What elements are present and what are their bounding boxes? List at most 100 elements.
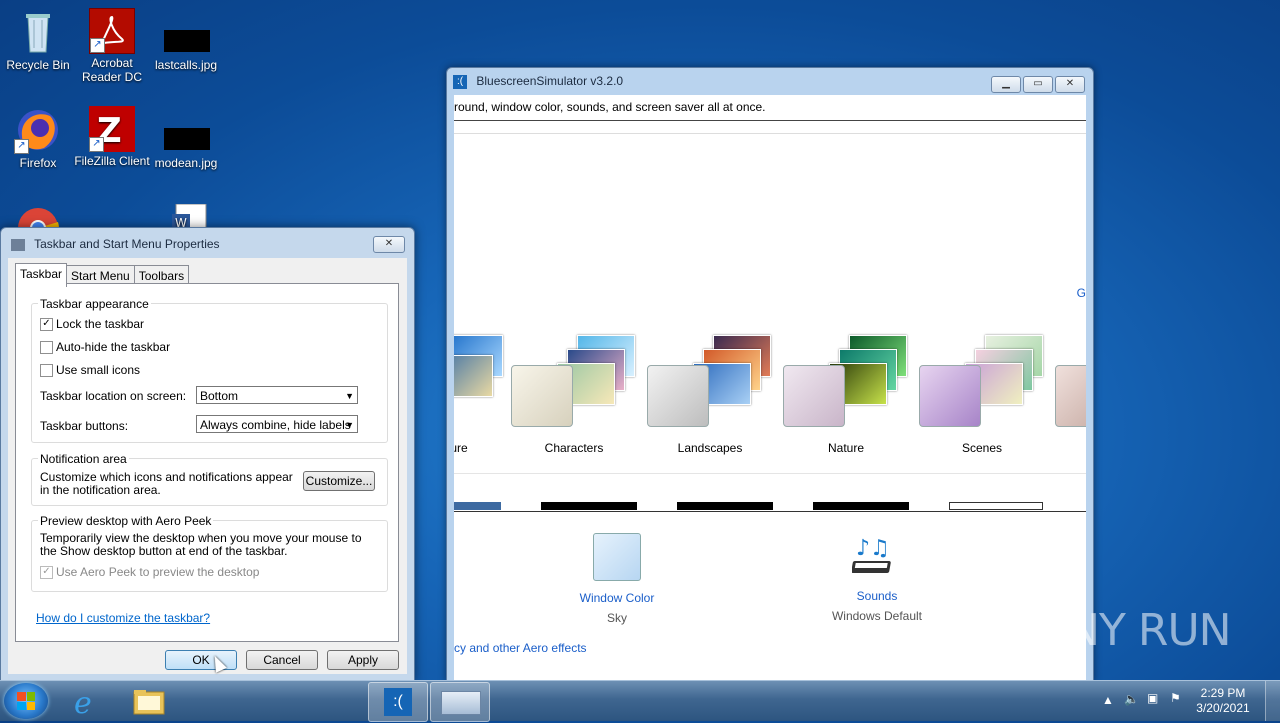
dialog-title: Taskbar and Start Menu Properties — [34, 237, 220, 251]
bluescreen-app-icon: :( — [384, 688, 412, 716]
description-text: round, window color, sounds, and screen … — [454, 100, 766, 114]
window-title: BluescreenSimulator v3.2.0 — [476, 74, 624, 88]
desktop-icon-label: Firefox — [19, 156, 57, 170]
desktop-icon-firefox[interactable]: ↗ Firefox — [0, 106, 76, 170]
theme-label: ure — [454, 441, 468, 455]
show-desktop-button[interactable] — [1265, 681, 1280, 721]
theme-color-swatch — [511, 365, 573, 427]
preview-bar — [949, 502, 1043, 510]
clock-date: 3/20/2021 — [1196, 701, 1250, 715]
theme-label: Scenes — [961, 441, 1003, 455]
group-title: Taskbar appearance — [38, 297, 151, 311]
divider — [454, 473, 1086, 474]
acrobat-icon: ↗ — [89, 8, 135, 54]
windows-logo-icon — [17, 692, 35, 710]
preview-bar — [677, 502, 773, 510]
theme-color-swatch — [919, 365, 981, 427]
buttons-label: Taskbar buttons: — [40, 419, 129, 433]
dialog-title-bar: Taskbar and Start Menu Properties — [11, 237, 220, 251]
system-tray: ▲ 🔈 ▣ ⚑ 2:29 PM 3/20/2021 — [1090, 681, 1280, 721]
checkbox-label: Use Aero Peek to preview the desktop — [56, 565, 260, 579]
small-icons-option[interactable]: Use small icons — [40, 363, 140, 377]
taskbar-internet-explorer[interactable]: e — [60, 682, 118, 721]
cancel-button[interactable]: Cancel — [246, 650, 318, 670]
taskbar-properties-dialog: Taskbar and Start Menu Properties ✕ Task… — [0, 227, 415, 682]
autohide-option[interactable]: Auto-hide the taskbar — [40, 340, 170, 354]
small-icons-checkbox[interactable] — [40, 363, 53, 377]
theme-label: Landscapes — [677, 441, 743, 455]
recycle-bin-icon — [14, 8, 62, 56]
clock[interactable]: 2:29 PM 3/20/2021 — [1193, 686, 1253, 716]
app-logo-icon: :( — [453, 74, 467, 89]
taskbar-properties-window[interactable] — [430, 682, 490, 722]
divider — [454, 511, 1086, 512]
theme-item[interactable]: Landscapes — [647, 335, 777, 475]
action-center-flag-icon[interactable]: ⚑ — [1170, 691, 1181, 705]
buttons-select[interactable]: Always combine, hide labels ▼ — [196, 415, 358, 433]
preview-bar — [454, 502, 501, 510]
taskbar-bluescreen-simulator[interactable]: :( — [368, 682, 428, 722]
group-title: Notification area — [38, 452, 129, 466]
close-button[interactable]: ✕ — [1055, 76, 1085, 93]
theme-item[interactable]: Nature — [783, 335, 913, 475]
image-file-icon — [162, 8, 210, 56]
taskbar-tab-panel: Taskbar appearance ✓ Lock the taskbar Au… — [15, 283, 399, 642]
aero-peek-description: Temporarily view the desktop when you mo… — [40, 531, 362, 558]
svg-text:♪♫: ♪♫ — [856, 536, 890, 561]
aero-peek-option: ✓ Use Aero Peek to preview the desktop — [40, 565, 259, 579]
desktop-icon-lastcalls[interactable]: lastcalls.jpg — [148, 8, 224, 72]
show-hidden-icons-icon[interactable]: ▲ — [1102, 693, 1114, 707]
dropdown-arrow-icon: ▼ — [345, 391, 354, 401]
lock-taskbar-checkbox[interactable]: ✓ — [40, 317, 53, 331]
aero-peek-checkbox: ✓ — [40, 565, 53, 579]
desktop-icon-acrobat[interactable]: ↗ Acrobat Reader DC — [74, 8, 150, 84]
desktop-icon-recycle-bin[interactable]: Recycle Bin — [0, 8, 76, 72]
window-color-option[interactable]: Window Color Sky — [567, 533, 667, 625]
desktop-icon-filezilla[interactable]: Z ↗ FileZilla Client — [74, 106, 150, 168]
shortcut-arrow-icon: ↗ — [90, 38, 105, 53]
help-link[interactable]: How do I customize the taskbar? — [36, 611, 210, 625]
maximize-button[interactable]: ▭ — [1023, 76, 1053, 93]
theme-label: Nature — [827, 441, 865, 455]
theme-color-swatch — [1055, 365, 1086, 427]
apply-button[interactable]: Apply — [327, 650, 399, 670]
location-select[interactable]: Bottom ▼ — [196, 386, 358, 404]
aero-effects-link[interactable]: cy and other Aero effects — [454, 641, 587, 655]
tab-taskbar[interactable]: Taskbar — [15, 263, 68, 287]
volume-icon[interactable]: 🔈 — [1124, 692, 1139, 706]
sounds-icon: ♪♫ — [851, 533, 902, 581]
location-label: Taskbar location on screen: — [40, 389, 187, 403]
svg-text:e: e — [74, 686, 92, 720]
theme-item[interactable]: Characters — [511, 335, 641, 475]
autohide-checkbox[interactable] — [40, 340, 53, 354]
preview-bar — [541, 502, 637, 510]
network-icon[interactable]: ▣ — [1147, 691, 1158, 705]
lock-taskbar-option[interactable]: ✓ Lock the taskbar — [40, 317, 144, 331]
dialog-close-button[interactable]: ✕ — [373, 236, 405, 253]
shortcut-arrow-icon: ↗ — [14, 139, 29, 154]
theme-item[interactable]: I — [1055, 335, 1086, 475]
sounds-link[interactable]: Sounds — [824, 589, 930, 603]
checkbox-label: Lock the taskbar — [56, 317, 145, 331]
theme-item[interactable]: ure — [454, 335, 509, 475]
window-color-link[interactable]: Window Color — [567, 591, 667, 605]
theme-item[interactable]: Scenes — [919, 335, 1049, 475]
internet-explorer-icon: e — [74, 686, 92, 721]
taskbar-properties-icon — [11, 238, 25, 251]
minimize-button[interactable]: ▁ — [991, 76, 1021, 93]
taskbar: e :( ▲ 🔈 ▣ ⚑ 2:29 PM 3/20/2021 — [0, 680, 1280, 722]
customize-button[interactable]: Customize... — [303, 471, 375, 491]
divider — [454, 133, 1086, 134]
clock-time: 2:29 PM — [1200, 686, 1246, 700]
group-title: Preview desktop with Aero Peek — [38, 514, 214, 528]
window-color-swatch — [593, 533, 641, 581]
sounds-option[interactable]: ♪♫ Sounds Windows Default — [824, 533, 930, 623]
taskbar-appearance-group: Taskbar appearance ✓ Lock the taskbar Au… — [31, 297, 388, 443]
start-button[interactable] — [4, 683, 48, 719]
desktop-icon-modean[interactable]: modean.jpg — [148, 106, 224, 170]
shortcut-arrow-icon: ↗ — [89, 137, 104, 152]
checkbox-label: Use small icons — [56, 363, 141, 377]
theme-color-swatch — [647, 365, 709, 427]
partial-link[interactable]: G — [1077, 286, 1086, 300]
taskbar-explorer[interactable] — [120, 682, 178, 720]
